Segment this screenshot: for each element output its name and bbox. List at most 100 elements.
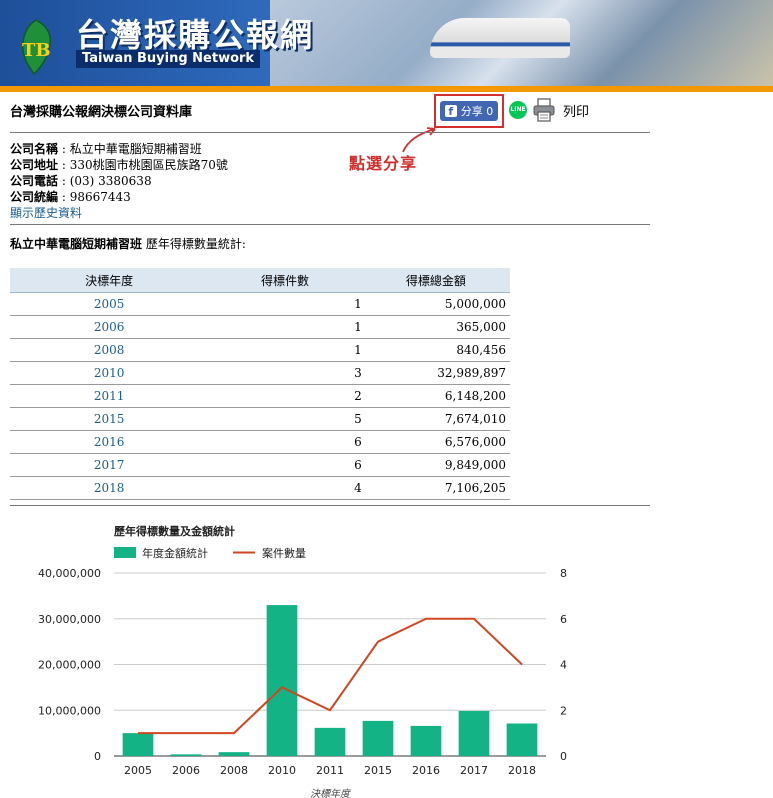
year-cell: 2005 (10, 292, 209, 316)
right-axis-tick-label: 0 (560, 750, 567, 763)
count-cell: 3 (208, 361, 362, 385)
x-axis-tick-label: 2011 (316, 764, 344, 777)
company-phone: (03) 3380638 (69, 174, 152, 188)
divider (10, 505, 650, 506)
company-phone-label: 公司電話 (10, 174, 59, 188)
column-header-count: 得標件數 (208, 268, 362, 293)
table-row: 2018 4 7,106,205 (10, 476, 510, 500)
year-link[interactable]: 2018 (94, 481, 125, 495)
stats-title: 私立中華電腦短期補習班 歷年得標數量統計: (10, 235, 246, 252)
table-row: 2008 1 840,456 (10, 338, 510, 362)
amount-cell: 7,106,205 (361, 476, 510, 500)
year-link[interactable]: 2010 (94, 366, 125, 380)
table-header-row: 決標年度 得標件數 得標總金額 (10, 268, 510, 293)
company-name-label: 公司名稱 (10, 142, 59, 156)
legend-line-label: 案件數量 (262, 546, 306, 560)
right-axis-tick-label: 8 (560, 567, 567, 580)
column-header-year: 決標年度 (10, 268, 209, 293)
year-link[interactable]: 2011 (94, 389, 125, 403)
stats-title-suffix: 歷年得標數量統計: (145, 237, 246, 251)
year-link[interactable]: 2017 (94, 458, 125, 472)
line-share-icon[interactable]: LINE (509, 101, 527, 119)
right-axis-tick-label: 4 (560, 659, 567, 672)
show-history-link[interactable]: 顯示歷史資料 (10, 206, 82, 220)
banner-accent-stripe (0, 86, 773, 92)
column-header-amount: 得標總金額 (361, 268, 510, 293)
year-cell: 2006 (10, 315, 209, 339)
site-subtitle: Taiwan Buying Network (76, 50, 261, 68)
year-cell: 2011 (10, 384, 209, 408)
left-axis-tick-label: 20,000,000 (38, 659, 101, 672)
bar (458, 710, 490, 756)
left-axis-tick-label: 40,000,000 (38, 567, 101, 580)
amount-cell: 7,674,010 (361, 407, 510, 431)
x-axis-tick-label: 2015 (364, 764, 392, 777)
year-cell: 2016 (10, 430, 209, 454)
banner-train-image (430, 18, 570, 58)
legend-bar-label: 年度金額統計 (142, 546, 208, 560)
count-cell: 4 (208, 476, 362, 500)
count-cell: 1 (208, 315, 362, 339)
amount-cell: 840,456 (361, 338, 510, 362)
award-stats-table: 決標年度 得標件數 得標總金額 2005 1 5,000,000 2006 1 365,0… (10, 268, 510, 500)
company-tax-id: 98667443 (69, 190, 131, 204)
award-chart: 0 10,000,000 20,000,000 30,000,000 40,000,00… (38, 524, 567, 798)
x-axis-tick-label: 2005 (124, 764, 152, 777)
bar (218, 752, 250, 756)
company-address-label: 公司地址 (10, 158, 59, 172)
table-row: 2010 3 32,989,897 (10, 361, 510, 385)
year-link[interactable]: 2016 (94, 435, 125, 449)
amount-cell: 365,000 (361, 315, 510, 339)
x-axis-tick-label: 2008 (220, 764, 248, 777)
x-axis-tick-label: 2016 (412, 764, 440, 777)
year-link[interactable]: 2008 (94, 343, 125, 357)
count-cell: 5 (208, 407, 362, 431)
amount-cell: 6,576,000 (361, 430, 510, 454)
count-cell: 1 (208, 292, 362, 316)
printer-icon[interactable] (533, 98, 555, 122)
left-axis-tick-label: 30,000,000 (38, 613, 101, 626)
company-info: 公司名稱 : 私立中華電腦短期補習班 公司地址 : 330桃園市桃園區民族路70… (10, 142, 228, 220)
bar (314, 727, 346, 756)
x-axis-tick-label: 2010 (268, 764, 296, 777)
facebook-share-button[interactable]: f 分享 0 (439, 101, 499, 121)
count-cell: 6 (208, 430, 362, 454)
bar (410, 725, 442, 756)
year-cell: 2018 (10, 476, 209, 500)
year-link[interactable]: 2005 (94, 297, 125, 311)
year-link[interactable]: 2015 (94, 412, 125, 426)
year-link[interactable]: 2006 (94, 320, 125, 334)
company-tax-label: 公司統編 (10, 190, 59, 204)
amount-cell: 9,849,000 (361, 453, 510, 477)
table-row: 2011 2 6,148,200 (10, 384, 510, 408)
bar (506, 723, 538, 756)
amount-cell: 32,989,897 (361, 361, 510, 385)
table-row: 2006 1 365,000 (10, 315, 510, 339)
table-row: 2016 6 6,576,000 (10, 430, 510, 454)
year-cell: 2015 (10, 407, 209, 431)
x-axis-tick-label: 2018 (508, 764, 536, 777)
print-link[interactable]: 列印 (563, 101, 589, 120)
table-row: 2015 5 7,674,010 (10, 407, 510, 431)
divider (10, 132, 650, 133)
x-axis-tick-label: 2017 (460, 764, 488, 777)
company-address: 330桃園市桃園區民族路70號 (69, 158, 228, 172)
left-axis-tick-label: 10,000,000 (38, 704, 101, 717)
table-row: 2017 6 9,849,000 (10, 453, 510, 477)
x-axis-title: 決標年度 (310, 788, 352, 798)
site-banner[interactable]: TB 台灣採購公報網 Taiwan Buying Network (0, 0, 773, 86)
facebook-share-label: 分享 0 (460, 105, 494, 118)
count-cell: 2 (208, 384, 362, 408)
taiwan-logo-icon: TB (22, 19, 52, 76)
legend-bar-swatch (114, 547, 136, 558)
divider (10, 224, 650, 225)
stats-company-name: 私立中華電腦短期補習班 (10, 237, 143, 251)
year-cell: 2008 (10, 338, 209, 362)
left-axis-tick-label: 0 (94, 750, 101, 763)
logo-mark: TB (22, 40, 51, 61)
amount-cell: 5,000,000 (361, 292, 510, 316)
year-cell: 2010 (10, 361, 209, 385)
chart-title: 歷年得標數量及金額統計 (114, 524, 235, 538)
bar (266, 605, 298, 756)
facebook-icon: f (444, 105, 457, 118)
